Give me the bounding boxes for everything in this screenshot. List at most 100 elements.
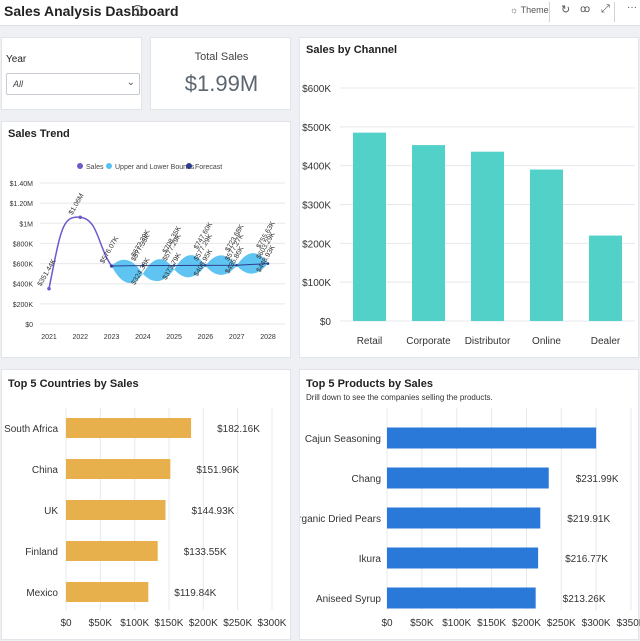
x-tick-label: Online bbox=[532, 336, 561, 347]
legend-marker bbox=[106, 163, 112, 169]
total-sales-value: $1.99M bbox=[184, 71, 259, 96]
sales-data-label: $351.44K bbox=[37, 258, 58, 288]
sun-icon: ☼ bbox=[510, 5, 519, 15]
x-tick-label: $200K bbox=[189, 618, 218, 629]
data-label: $216.77K bbox=[565, 554, 608, 565]
y-tick-label: $800K bbox=[13, 241, 34, 248]
x-tick-label: $150K bbox=[477, 618, 506, 629]
data-label: $182.16K bbox=[217, 424, 260, 435]
x-tick-label: $300K bbox=[258, 618, 287, 629]
page-title: Sales Analysis Dashboard bbox=[4, 3, 179, 19]
y-tick-label: $300K bbox=[302, 201, 331, 212]
sales-trend-card: Sales Trend Sales Upper and Lower Bounds F… bbox=[1, 121, 291, 358]
channel-bar bbox=[589, 235, 622, 321]
category-label: Cajun Seasoning bbox=[305, 434, 381, 445]
channel-bar bbox=[530, 169, 563, 321]
y-tick-label: $0 bbox=[25, 322, 33, 329]
y-tick-label: $100K bbox=[302, 278, 331, 289]
more-icon[interactable]: ··· bbox=[627, 2, 637, 13]
category-label: Aniseed Syrup bbox=[316, 594, 381, 605]
x-tick-label: $200K bbox=[512, 618, 541, 629]
x-tick-label: $50K bbox=[410, 618, 434, 629]
x-tick-label: $100K bbox=[442, 618, 471, 629]
y-tick-label: $1.40M bbox=[10, 181, 34, 188]
bar bbox=[387, 427, 597, 449]
x-tick-label: Corporate bbox=[406, 336, 451, 347]
data-label: $213.26K bbox=[563, 594, 606, 605]
x-tick-label: $250K bbox=[547, 618, 576, 629]
category-label: South Africa bbox=[4, 424, 58, 435]
legend-label: Sales bbox=[86, 164, 104, 171]
top-products-chart[interactable]: $0 $50K $100K $150K $200K $250K $300K $350K Caju… bbox=[300, 370, 640, 641]
bar bbox=[66, 418, 192, 438]
theme-button[interactable]: ☼ Theme bbox=[510, 5, 549, 15]
x-tick-label: $250K bbox=[223, 618, 252, 629]
refresh-icon[interactable]: ↻ bbox=[561, 3, 570, 16]
x-tick-label: Retail bbox=[357, 336, 383, 347]
y-tick-label: $1M bbox=[19, 221, 33, 228]
channel-bar bbox=[353, 132, 386, 321]
x-tick-label: $300K bbox=[582, 618, 611, 629]
category-label: Finland bbox=[25, 547, 58, 558]
x-tick-label: $0 bbox=[381, 618, 393, 629]
info-icon[interactable]: i bbox=[132, 5, 143, 16]
sales-point bbox=[47, 286, 51, 291]
sales-point bbox=[78, 215, 83, 220]
sales-line bbox=[48, 216, 113, 289]
data-label: $119.84K bbox=[174, 588, 216, 599]
sales-trend-chart[interactable]: Sales Upper and Lower Bounds Forecast $0 $2… bbox=[2, 122, 292, 359]
binoculars-icon[interactable]: ꝏ bbox=[580, 4, 590, 15]
theme-label: Theme bbox=[520, 5, 549, 15]
legend-label: Forecast bbox=[195, 164, 222, 171]
x-tick-label: $0 bbox=[60, 618, 72, 629]
x-tick-label: $100K bbox=[120, 618, 149, 629]
data-label: $219.91K bbox=[567, 514, 610, 525]
year-select[interactable]: All ⌄ bbox=[6, 73, 140, 95]
sales-data-label: $1.06M bbox=[68, 192, 86, 216]
x-tick-label: 2022 bbox=[72, 334, 88, 341]
x-tick-label: Dealer bbox=[591, 336, 621, 347]
total-sales-label: Total Sales bbox=[194, 51, 249, 63]
data-label: $133.55K bbox=[184, 547, 227, 558]
x-tick-label: $150K bbox=[155, 618, 184, 629]
chevron-down-icon: ⌄ bbox=[126, 77, 135, 88]
legend-label: Upper and Lower Bounds bbox=[115, 164, 195, 171]
bar bbox=[387, 507, 541, 529]
expand-icon[interactable]: ⤢ bbox=[601, 3, 610, 16]
x-tick-label: $350K bbox=[617, 618, 640, 629]
x-tick-label: 2027 bbox=[229, 334, 245, 341]
data-label: $151.96K bbox=[196, 465, 239, 476]
sales-data-label: $576.07K bbox=[99, 235, 120, 265]
toolbar-divider bbox=[614, 2, 615, 22]
bar bbox=[66, 459, 171, 479]
legend-marker bbox=[186, 163, 192, 169]
category-label: Organic Dried Pears bbox=[300, 514, 381, 525]
total-sales-card: Total Sales $1.99M bbox=[150, 37, 291, 110]
forecast-point bbox=[110, 264, 113, 268]
year-select-value: All bbox=[13, 79, 24, 89]
y-tick-label: $200K bbox=[302, 239, 331, 250]
y-tick-label: $600K bbox=[13, 262, 34, 269]
y-tick-label: $400K bbox=[302, 162, 331, 173]
legend-marker bbox=[77, 163, 83, 169]
bar bbox=[387, 467, 549, 489]
y-tick-label: $500K bbox=[302, 123, 331, 134]
y-tick-label: $400K bbox=[13, 282, 34, 289]
data-label: $144.93K bbox=[192, 506, 235, 517]
top-countries-chart[interactable]: $0 $50K $100K $150K $200K $250K $300K South Afr… bbox=[2, 370, 292, 641]
x-tick-label: 2021 bbox=[41, 334, 57, 341]
category-label: Chang bbox=[352, 474, 381, 485]
category-label: Mexico bbox=[26, 588, 58, 599]
year-filter-card: Year All ⌄ bbox=[1, 37, 142, 110]
bar bbox=[66, 541, 158, 561]
top-products-card: Top 5 Products by Sales Drill down to se… bbox=[299, 369, 640, 641]
bar bbox=[387, 547, 539, 569]
sales-by-channel-chart[interactable]: $0 $100K $200K $300K $400K $500K $600K Retail Co… bbox=[300, 38, 640, 359]
data-label: $231.99K bbox=[576, 474, 619, 485]
x-tick-label: Distributor bbox=[465, 336, 511, 347]
y-tick-label: $600K bbox=[302, 84, 331, 95]
y-tick-label: $200K bbox=[13, 302, 34, 309]
category-label: UK bbox=[44, 506, 58, 517]
year-label: Year bbox=[6, 54, 27, 65]
x-tick-label: 2025 bbox=[166, 334, 182, 341]
